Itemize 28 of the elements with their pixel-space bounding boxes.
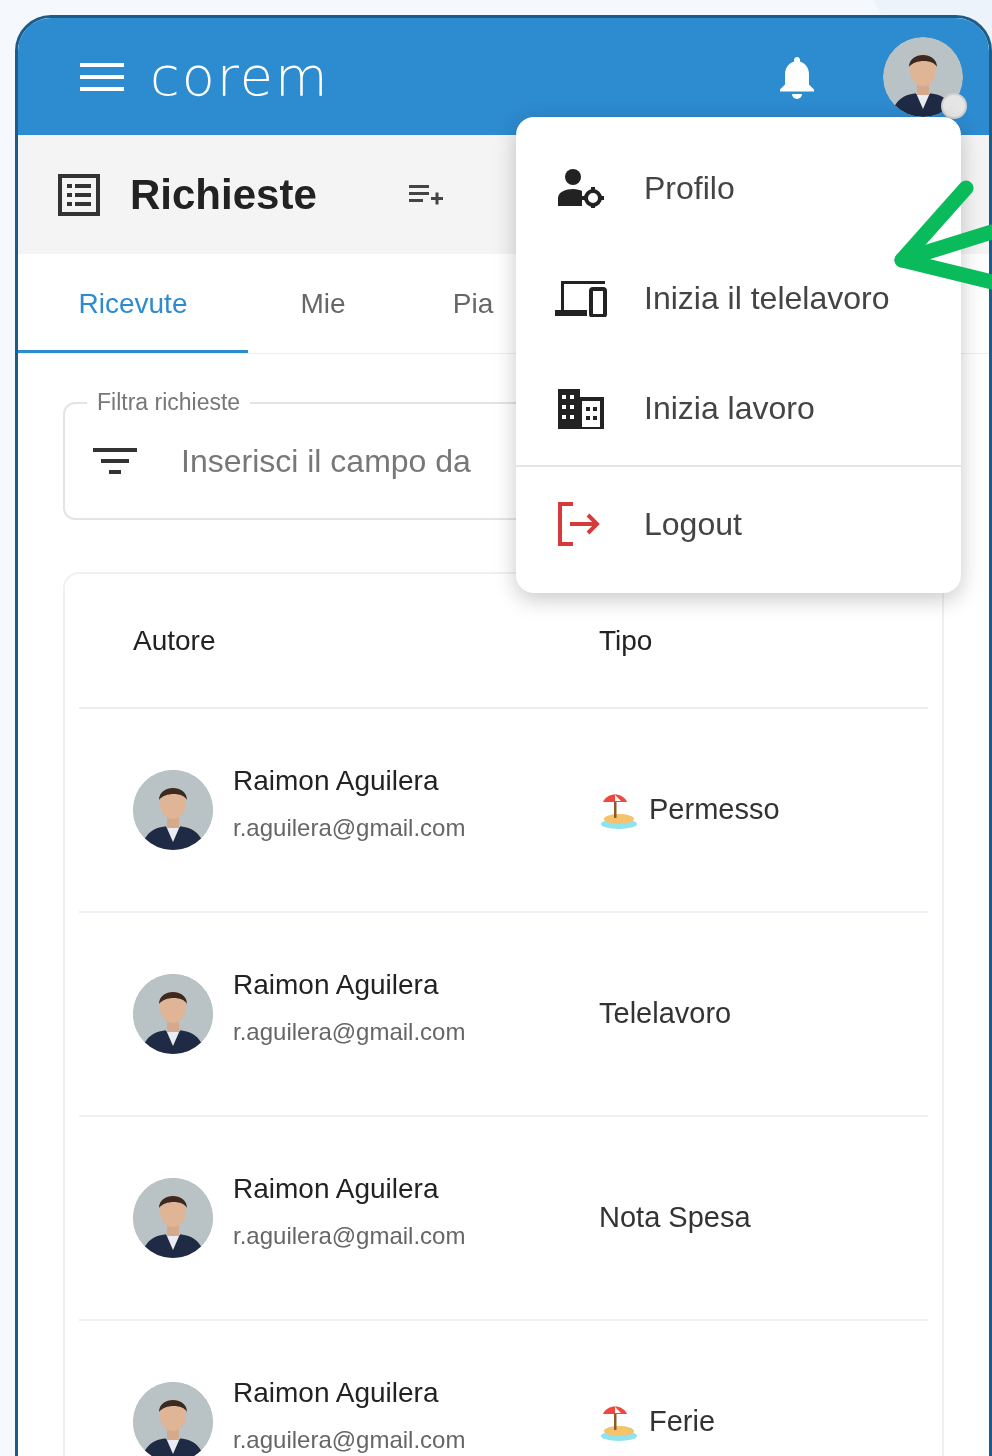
- author-email: r.aguilera@gmail.com: [233, 1221, 466, 1251]
- bell-icon[interactable]: [777, 54, 817, 99]
- logo: corem: [150, 49, 330, 104]
- author-name: Raimon Aguilera: [233, 1376, 440, 1410]
- tab[interactable]: Ricevute: [18, 254, 248, 353]
- building-icon: [556, 387, 604, 429]
- author-email: r.aguilera@gmail.com: [233, 1425, 466, 1455]
- column-header: Tipo: [599, 623, 653, 658]
- request-type: Nota Spesa: [599, 1200, 751, 1236]
- request-type: Permesso: [649, 792, 780, 828]
- list-icon: [58, 173, 100, 216]
- menu-item[interactable]: Inizia il telelavoro: [516, 243, 961, 353]
- column-header: Autore: [132, 623, 217, 658]
- menu-icon[interactable]: [80, 60, 124, 93]
- add-list-icon[interactable]: [408, 182, 443, 207]
- author-name: Raimon Aguilera: [233, 764, 440, 798]
- author-email: r.aguilera@gmail.com: [233, 813, 466, 843]
- page-title: Richieste: [130, 170, 317, 220]
- menu-item[interactable]: Profilo: [516, 133, 961, 243]
- filter-icon: [93, 446, 137, 476]
- tab[interactable]: Mie: [248, 254, 398, 353]
- user-gear-icon: [556, 168, 604, 208]
- author-email: r.aguilera@gmail.com: [233, 1017, 466, 1047]
- author-name: Raimon Aguilera: [233, 1172, 440, 1206]
- author-name: Raimon Aguilera: [233, 968, 440, 1002]
- request-type: Ferie: [649, 1404, 716, 1440]
- request-type: Telelavoro: [599, 996, 732, 1032]
- devices-icon: [553, 279, 607, 317]
